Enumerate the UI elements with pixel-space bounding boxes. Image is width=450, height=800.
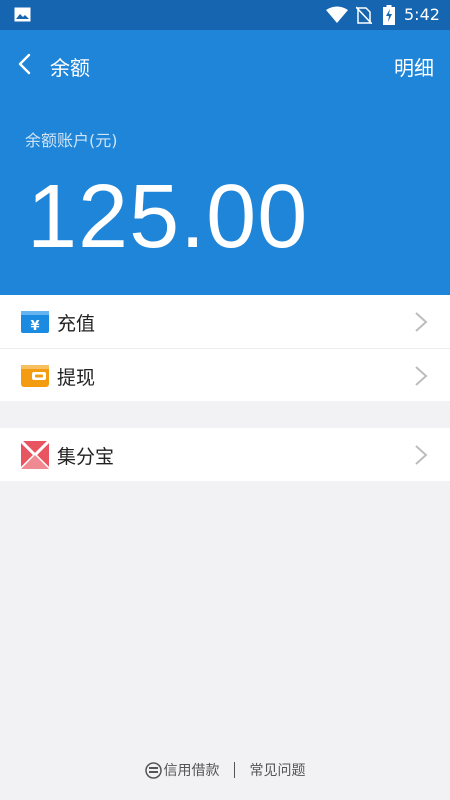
jifenbao-icon xyxy=(20,440,50,470)
recharge-label: 充值 xyxy=(57,313,96,335)
chevron-right-icon xyxy=(415,312,428,332)
svg-text:¥: ¥ xyxy=(30,319,39,334)
credit-loan-label: 信用借款 xyxy=(163,763,220,779)
jifenbao-row[interactable]: 集分宝 xyxy=(0,428,450,481)
funds-menu: ¥ 充值 提现 xyxy=(0,295,450,401)
detail-button[interactable]: 明细 xyxy=(394,52,434,81)
footer-divider xyxy=(234,762,235,778)
image-notification-icon xyxy=(14,7,31,22)
withdraw-icon xyxy=(21,365,49,387)
credit-loan-icon xyxy=(144,761,162,779)
balance-amount: 125.00 xyxy=(27,167,309,267)
back-arrow-icon[interactable] xyxy=(14,52,38,76)
points-menu: 集分宝 xyxy=(0,428,450,481)
no-sim-icon xyxy=(356,6,372,24)
faq-link[interactable]: 常见问题 xyxy=(249,760,305,780)
page-title: 余额 xyxy=(50,56,90,80)
status-bar: 5:42 xyxy=(0,0,450,30)
faq-label: 常见问题 xyxy=(249,763,306,779)
recharge-icon: ¥ xyxy=(21,311,49,334)
battery-charging-icon xyxy=(383,5,395,25)
credit-loan-link[interactable]: 信用借款 xyxy=(144,760,220,780)
recharge-row[interactable]: ¥ 充值 xyxy=(0,295,450,348)
withdraw-row[interactable]: 提现 xyxy=(0,348,450,401)
balance-header: 余额 明细 余额账户(元) 125.00 xyxy=(0,30,450,295)
chevron-right-icon xyxy=(415,366,428,386)
jifenbao-label: 集分宝 xyxy=(57,446,115,468)
footer-links: 信用借款 常见问题 xyxy=(0,760,450,784)
status-time: 5:42 xyxy=(404,5,440,24)
withdraw-label: 提现 xyxy=(57,367,96,389)
account-label: 余额账户(元) xyxy=(25,131,118,150)
chevron-right-icon xyxy=(415,445,428,465)
wifi-icon xyxy=(326,6,348,23)
